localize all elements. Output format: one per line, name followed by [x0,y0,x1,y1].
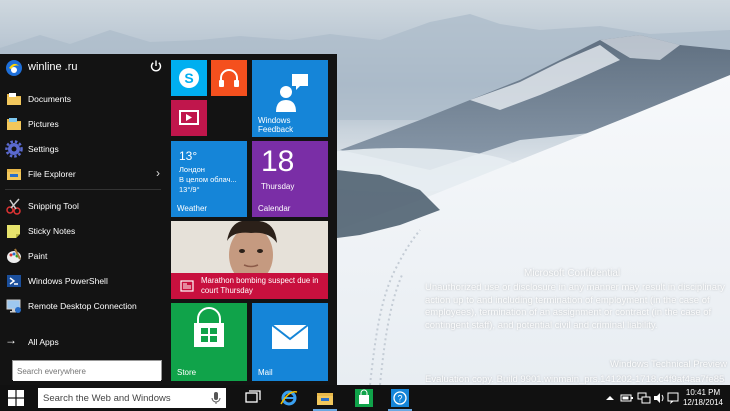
menu-divider [5,189,161,190]
all-apps-label: All Apps [28,337,59,347]
calendar-day: 18 [261,145,295,178]
start-menu-left-pane: winline .ru Documents Pictures Settings [0,54,166,385]
user-avatar-icon [6,60,22,76]
tile-weather[interactable]: 13° Лондон В целом облач... 13°/9° Weath… [171,141,247,217]
microphone-icon[interactable] [209,390,223,406]
remote-desktop-icon [6,299,21,313]
start-item-remote-desktop[interactable]: Remote Desktop Connection [5,295,163,317]
start-item-file-explorer[interactable]: File Explorer › [5,163,163,185]
power-icon[interactable] [149,59,163,73]
weather-city: Лондон [179,165,205,174]
paint-icon [7,248,21,263]
task-view-icon[interactable] [243,388,263,408]
tile-windows-feedback[interactable]: Windows Feedback [252,60,328,137]
file-explorer-taskbar-icon[interactable] [315,388,335,408]
tile-calendar[interactable]: 18 Thursday Calendar [252,141,328,217]
tile-video[interactable] [171,100,207,136]
watermark-build: Evaluation copy. Build 9901.winmain_prs.… [425,374,725,385]
weather-condition: В целом облач... [179,175,237,184]
gear-icon [5,140,23,158]
news-photo [171,221,328,273]
feedback-label: Windows Feedback [258,116,294,134]
volume-icon[interactable] [652,391,666,405]
documents-folder-icon [7,93,21,105]
news-headline: Marathon bombing suspect due in court Th… [201,276,319,295]
sticky-notes-icon [7,225,20,238]
start-menu: winline .ru Documents Pictures Settings [0,54,337,385]
start-item-label: Documents [28,94,71,104]
start-item-label: Remote Desktop Connection [28,301,137,311]
taskbar-search-box[interactable]: Search the Web and Windows [38,388,226,408]
watermark-title: Microsoft Confidential [524,268,621,279]
weather-label: Weather [177,204,208,213]
headphones-icon [219,69,239,87]
start-item-label: Sticky Notes [28,226,76,236]
video-icon [179,110,199,125]
scissors-icon [6,198,21,215]
battery-icon[interactable] [620,391,634,405]
start-item-label: Pictures [28,119,59,129]
arrow-right-icon: → [5,333,17,347]
start-item-settings[interactable]: Settings [5,138,163,160]
store-label: Store [177,368,197,377]
help-icon[interactable]: ? [390,388,410,408]
powershell-icon [7,275,21,287]
weather-temp: 13° [179,149,198,163]
news-caption-bar: Marathon bombing suspect due in court Th… [171,273,328,299]
tile-store[interactable]: Store [171,303,247,381]
start-item-documents[interactable]: Documents [5,88,163,110]
svg-text:?: ? [397,394,402,404]
clock-date: 12/18/2014 [682,398,724,407]
calendar-weekday: Thursday [261,182,295,191]
network-icon[interactable] [637,391,651,405]
taskbar: Search the Web and Windows ? 10:41 PM 12… [0,385,730,411]
internet-explorer-icon[interactable] [279,388,299,408]
weather-range: 13°/9° [179,185,200,194]
file-explorer-icon [7,169,21,180]
tile-mail[interactable]: Mail [252,303,328,381]
start-item-label: File Explorer [28,169,76,179]
start-item-sticky-notes[interactable]: Sticky Notes [5,220,163,242]
start-search-box[interactable] [12,360,162,381]
tile-skype[interactable]: S [171,60,207,96]
skype-icon: S [179,68,199,88]
pictures-folder-icon [7,118,21,130]
chevron-right-icon[interactable]: › [156,166,160,180]
watermark-preview: Windows Technical Preview [610,359,728,370]
taskbar-search-placeholder: Search the Web and Windows [43,393,171,404]
user-account[interactable]: winline .ru [5,59,163,77]
start-item-label: Paint [28,251,48,261]
mail-label: Mail [258,368,273,377]
chevron-up-icon[interactable] [603,391,617,405]
start-item-powershell[interactable]: Windows PowerShell [5,270,163,292]
tile-music[interactable] [211,60,247,96]
clock[interactable]: 10:41 PM 12/18/2014 [678,388,728,408]
start-item-label: Settings [28,144,59,154]
svg-text:S: S [184,70,193,86]
start-item-paint[interactable]: Paint [5,245,163,267]
start-item-label: Snipping Tool [28,201,79,211]
store-taskbar-icon[interactable] [354,388,374,408]
tile-news[interactable]: Marathon bombing suspect due in court Th… [171,221,328,299]
newspaper-icon [180,280,194,292]
windows-logo-icon[interactable] [8,390,24,406]
start-item-pictures[interactable]: Pictures [5,113,163,135]
clock-time: 10:41 PM [685,388,721,397]
start-item-label: Windows PowerShell [28,276,108,286]
user-name: winline .ru [28,61,78,73]
start-search-input[interactable] [13,362,161,381]
start-item-snipping-tool[interactable]: Snipping Tool [5,195,163,217]
watermark-body: Unauthorized use or disclosure in any ma… [425,282,725,331]
calendar-label: Calendar [258,204,291,213]
